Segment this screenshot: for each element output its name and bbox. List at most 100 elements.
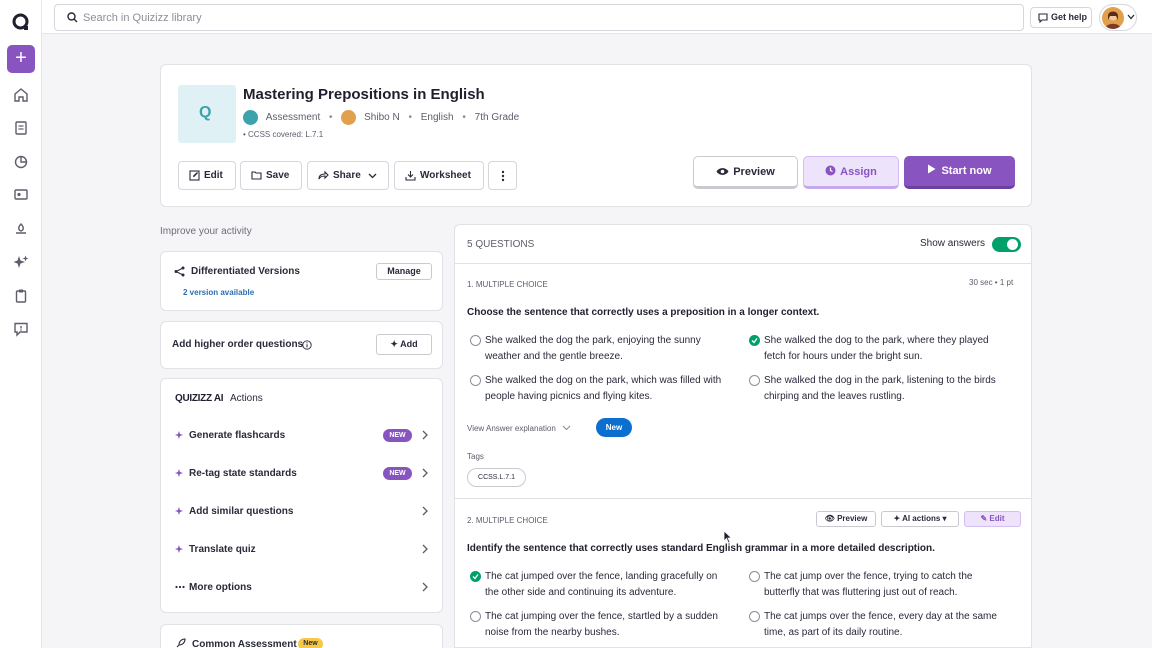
ai-action-add-similar[interactable]: Add similar questions: [175, 503, 430, 523]
ai-sparkle-icon[interactable]: [13, 254, 29, 270]
create-button[interactable]: +: [7, 45, 35, 73]
reports-icon[interactable]: [13, 154, 29, 170]
ai-action-more-options[interactable]: More options: [175, 579, 430, 599]
profile-menu-button[interactable]: [1099, 4, 1137, 31]
avatar: [1102, 7, 1124, 29]
get-help-label: Get help: [1051, 12, 1088, 22]
worksheet-label: Worksheet: [420, 170, 471, 181]
manage-button[interactable]: Manage: [376, 263, 432, 280]
standard-tag[interactable]: CCSS.L.7.1: [467, 468, 526, 487]
preview-label: Preview: [837, 514, 868, 523]
action-label: Translate quiz: [189, 544, 256, 555]
q2-preview-button[interactable]: 👁 Preview: [816, 511, 876, 527]
search-box[interactable]: [54, 4, 1024, 31]
quiz-header-card: Q Mastering Prepositions in English Asse…: [160, 64, 1032, 207]
separator-dot: •: [329, 112, 333, 123]
q2-option-4: The cat jumps over the fence, every day …: [746, 609, 1008, 641]
save-button[interactable]: Save: [240, 161, 302, 190]
option-text: She walked the dog on the park, which wa…: [485, 375, 722, 402]
option-text: The cat jumping over the fence, startled…: [485, 611, 718, 638]
chevron-right-icon: [422, 506, 428, 516]
add-higher-order-button[interactable]: ✦ Add: [376, 334, 432, 355]
chevron-right-icon: [422, 430, 428, 440]
improve-heading: Improve your activity: [160, 226, 252, 237]
library-icon[interactable]: [13, 120, 29, 136]
quizizz-logo-icon[interactable]: [11, 12, 31, 32]
ccss-covered: • CCSS covered: L.7.1: [243, 130, 324, 139]
left-rail: +: [0, 0, 42, 648]
differentiated-versions-card: Differentiated Versions Manage 2 version…: [160, 251, 443, 311]
top-bar: Get help: [42, 0, 1152, 34]
divider: [455, 498, 1031, 499]
search-input[interactable]: [83, 9, 1003, 27]
common-assessment-title: Common Assessment: [192, 639, 297, 648]
start-now-button[interactable]: Start now: [904, 156, 1015, 189]
questions-panel: 5 QUESTIONS Show answers 1. MULTIPLE CHO…: [454, 224, 1032, 648]
save-label: Save: [266, 170, 290, 181]
caret-down-icon: ▾: [942, 514, 947, 523]
new-pill[interactable]: New: [596, 418, 632, 437]
ai-actions-title: Actions: [230, 393, 263, 404]
option-text: She walked the dog the park, enjoying th…: [485, 335, 701, 362]
clock-icon: [825, 165, 836, 176]
ai-action-translate[interactable]: Translate quiz: [175, 541, 430, 561]
ai-action-generate-flashcards[interactable]: Generate flashcards NEW: [175, 427, 430, 447]
quiz-type: Assessment: [265, 112, 321, 123]
chevron-down-icon: [368, 173, 377, 179]
radio-icon: [749, 611, 760, 622]
q2-type: 2. MULTIPLE CHOICE: [467, 516, 548, 525]
action-label: Generate flashcards: [189, 430, 286, 441]
quiz-author[interactable]: Shibo N: [364, 112, 400, 123]
show-answers-label: Show answers: [920, 238, 986, 249]
radio-icon: [470, 375, 481, 386]
view-answer-explanation[interactable]: View Answer explanation: [467, 424, 571, 433]
sparkle-icon: ✦: [390, 339, 398, 349]
get-help-button[interactable]: Get help: [1030, 7, 1092, 28]
share-button[interactable]: Share: [307, 161, 389, 190]
option-text: The cat jumps over the fence, every day …: [764, 611, 997, 638]
more-options-button[interactable]: [488, 161, 517, 190]
quiz-meta: Assessment • Shibo N • English • 7th Gra…: [243, 110, 519, 126]
new-badge: NEW: [383, 429, 412, 442]
more-horizontal-icon: [175, 582, 185, 595]
eye-icon: 👁: [824, 514, 835, 523]
q2-edit-button[interactable]: ✎ Edit: [964, 511, 1021, 527]
rocket-icon: [176, 638, 186, 648]
classes-icon[interactable]: [13, 187, 29, 203]
sparkle-icon: ✦: [893, 514, 901, 523]
option-text: She walked the dog in the park, listenin…: [764, 375, 996, 402]
action-label: Add similar questions: [189, 506, 294, 517]
edit-button[interactable]: Edit: [178, 161, 236, 190]
worksheet-button[interactable]: Worksheet: [394, 161, 484, 190]
mouse-cursor-icon: [723, 530, 733, 544]
radio-icon: [470, 611, 481, 622]
q1-option-4: She walked the dog in the park, listenin…: [746, 373, 1008, 405]
info-icon[interactable]: [302, 340, 312, 350]
common-assessment-card[interactable]: Common Assessment New: [160, 624, 443, 648]
share-label: Share: [333, 170, 361, 181]
q2-ai-actions-button[interactable]: ✦ AI actions ▾: [881, 511, 959, 527]
quiz-subject: English: [420, 112, 454, 123]
feedback-icon[interactable]: [13, 321, 29, 337]
thumbnail-logo-icon: Q: [199, 104, 212, 121]
branch-icon: [174, 266, 185, 277]
assign-button[interactable]: Assign: [803, 156, 899, 189]
chevron-down-icon: [562, 425, 571, 431]
radio-icon: [749, 375, 760, 386]
q2-option-3: The cat jumping over the fence, startled…: [467, 609, 729, 641]
q2-text: Identify the sentence that correctly use…: [467, 543, 935, 554]
clipboard-icon[interactable]: [13, 288, 29, 304]
action-label: Re-tag state standards: [189, 468, 297, 479]
q1-option-3: She walked the dog on the park, which wa…: [467, 373, 729, 405]
eye-icon: [716, 168, 729, 175]
versions-available-link[interactable]: 2 version available: [183, 288, 254, 297]
home-icon[interactable]: [13, 87, 29, 103]
assign-label: Assign: [840, 166, 877, 178]
edit-label: Edit: [989, 514, 1005, 523]
ai-action-retag-standards[interactable]: Re-tag state standards NEW: [175, 465, 430, 485]
accommodations-icon[interactable]: [13, 221, 29, 237]
show-answers-toggle[interactable]: [992, 237, 1021, 252]
folder-icon: [251, 171, 262, 180]
preview-button[interactable]: Preview: [693, 156, 798, 189]
question-count: 5 QUESTIONS: [467, 239, 535, 250]
